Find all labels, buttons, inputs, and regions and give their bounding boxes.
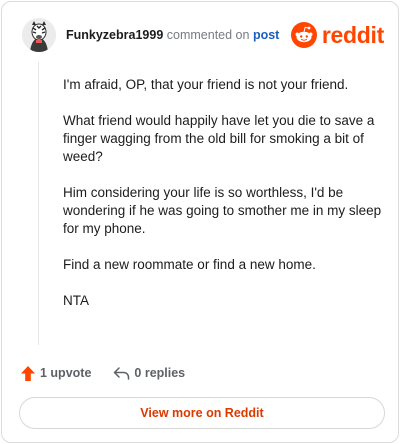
thread-line xyxy=(38,62,39,345)
commented-on-label: commented on xyxy=(166,28,250,42)
comment-paragraph: I'm afraid, OP, that your friend is not … xyxy=(63,77,349,92)
comment-actions: 1 upvote 0 replies xyxy=(20,363,207,383)
upvote-count: 1 upvote xyxy=(40,366,92,380)
user-avatar[interactable] xyxy=(22,18,56,52)
upvote-arrow-icon xyxy=(21,365,35,381)
embedded-comment-card: Funkyzebra1999 commented on post reddit … xyxy=(1,1,399,443)
comment-paragraph: Find a new roommate or find a new home. xyxy=(63,257,316,272)
comment-paragraph: Him considering your life is so worthles… xyxy=(63,185,382,236)
reddit-wordmark: reddit xyxy=(321,21,384,48)
post-link[interactable]: post xyxy=(253,28,279,42)
view-more-button[interactable]: View more on Reddit xyxy=(19,397,385,429)
upvote-button[interactable]: 1 upvote xyxy=(20,365,91,382)
username-link[interactable]: Funkyzebra1999 xyxy=(66,28,163,42)
comment-body: I'm afraid, OP, that your friend is not … xyxy=(63,76,383,328)
reply-button[interactable]: 0 replies xyxy=(113,366,185,381)
comment-paragraph: What friend would happily have let you d… xyxy=(63,113,375,164)
zebra-avatar-icon xyxy=(22,18,56,52)
byline: Funkyzebra1999 commented on post xyxy=(66,27,279,43)
reddit-brand[interactable]: reddit xyxy=(290,20,384,50)
comment-paragraph: NTA xyxy=(63,293,89,308)
reply-count: 0 replies xyxy=(134,366,186,380)
reddit-snoo-icon xyxy=(290,22,317,48)
reply-arrow-icon xyxy=(114,366,130,380)
comment-header: Funkyzebra1999 commented on post reddit xyxy=(22,18,384,54)
